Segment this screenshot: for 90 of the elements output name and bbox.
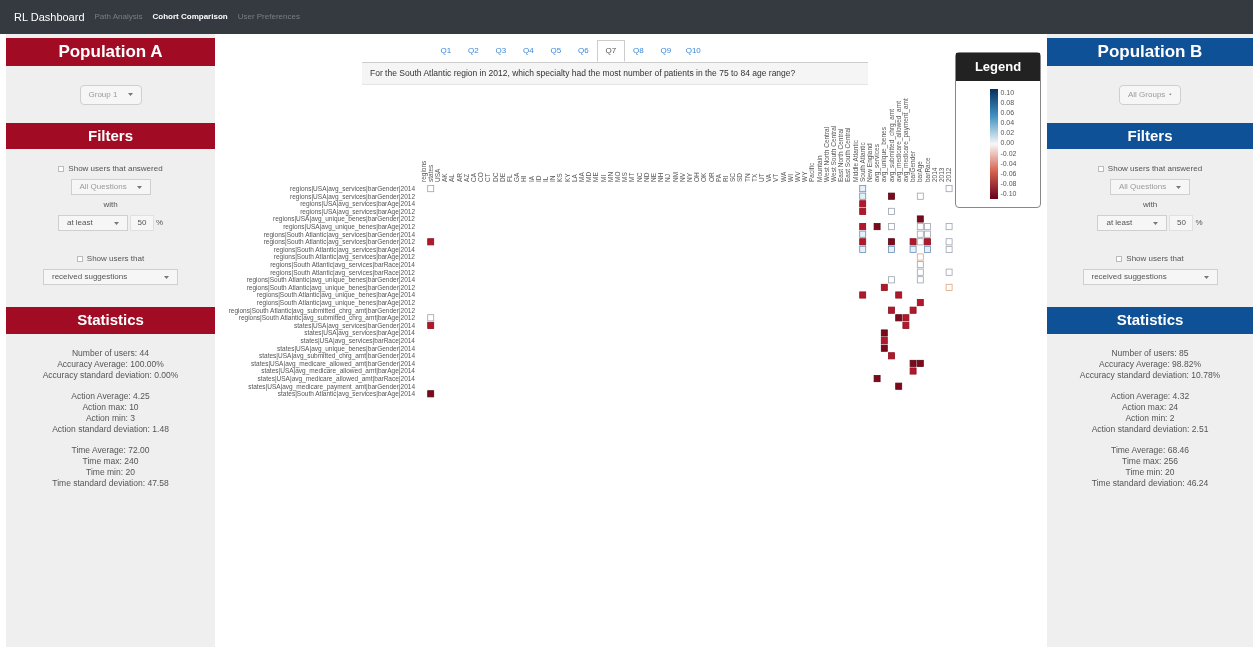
- question-tab[interactable]: Q10: [679, 40, 707, 62]
- action-dropdown[interactable]: received suggestions: [43, 269, 178, 285]
- section-title: Statistics: [1047, 307, 1253, 334]
- statistic-text: Number of users: 44: [72, 347, 149, 359]
- question-tab[interactable]: Q4: [514, 40, 542, 62]
- checkbox[interactable]: [1116, 256, 1123, 262]
- heatmap-cell: [873, 374, 881, 382]
- heatmap-cell: [945, 184, 953, 192]
- statistic-text: Time min: 20: [86, 466, 135, 478]
- caret-icon: [1176, 185, 1181, 189]
- caret-icon: [164, 275, 169, 279]
- percent-sign: %: [1195, 217, 1203, 229]
- heatmap-cell: [945, 283, 953, 291]
- caret-icon: [1203, 275, 1209, 279]
- statistic-text: Action min: 3: [85, 412, 136, 424]
- statistic-text: Action standard deviation: 1.48: [52, 423, 169, 435]
- percent-field[interactable]: 50: [129, 215, 154, 231]
- nav-link[interactable]: Cohort Comparison: [152, 11, 228, 23]
- statistic-text: Action max: 10: [82, 401, 139, 413]
- question-tab[interactable]: Q5: [542, 40, 570, 62]
- panel-title: Population B: [1047, 38, 1253, 66]
- question-tab[interactable]: Q2: [459, 40, 487, 62]
- nav-link[interactable]: User Preferences: [237, 11, 300, 23]
- statistic-text: Accuracy Average: 100.00%: [57, 358, 164, 370]
- statistic-text: Time standard deviation: 47.58: [52, 477, 169, 489]
- heatmap-cell: [427, 238, 435, 246]
- statistic-text: Time Average: 72.00: [71, 444, 150, 456]
- heatmap-cell: [427, 184, 435, 192]
- questions-dropdown[interactable]: All Questions: [1110, 179, 1190, 195]
- brand-title[interactable]: RL Dashboard: [14, 8, 85, 26]
- panel-title: Population A: [6, 38, 215, 66]
- action-dropdown[interactable]: received suggestions: [1082, 269, 1218, 285]
- statistic-text: Time min: 20: [1125, 466, 1175, 478]
- heatmap-cell: [888, 207, 895, 215]
- group-dropdown[interactable]: Group 1: [79, 84, 142, 105]
- statistic-text: Time standard deviation: 46.24: [1091, 477, 1209, 489]
- caret-icon: [1169, 93, 1172, 96]
- statistic-text: Time max: 240: [82, 455, 139, 467]
- question-tab[interactable]: Q9: [652, 40, 680, 62]
- checkbox[interactable]: [76, 256, 83, 262]
- comparison-dropdown[interactable]: at least: [1097, 215, 1168, 231]
- questions-dropdown[interactable]: All Questions: [70, 179, 151, 195]
- heatmap-cell: [945, 268, 953, 276]
- heatmap-cell: [873, 222, 881, 230]
- heatmap-cell: [888, 222, 895, 230]
- with-label: with: [1142, 199, 1158, 211]
- heatmap-cell: [916, 192, 924, 200]
- statistic-text: Time max: 256: [1122, 455, 1178, 467]
- question-tab[interactable]: Q6: [569, 40, 597, 62]
- nav-link[interactable]: Path Analysis: [94, 11, 143, 23]
- checkbox-label: Show users that answered: [68, 163, 163, 175]
- section-title: Filters: [6, 122, 215, 149]
- caret-icon: [113, 221, 119, 225]
- caret-icon: [127, 93, 133, 96]
- question-tab[interactable]: Q7: [597, 40, 625, 62]
- question-tab[interactable]: Q8: [624, 40, 652, 62]
- statistic-text: Action Average: 4.32: [1110, 390, 1190, 402]
- statistic-text: Accuracy standard deviation: 0.00%: [42, 369, 179, 381]
- with-label: with: [103, 199, 118, 211]
- heatmap-cell: [895, 291, 903, 299]
- heatmap-cell: [945, 222, 953, 230]
- checkbox-label: Show users that: [86, 253, 145, 265]
- heatmap-cell: [888, 192, 895, 200]
- section-title: Statistics: [6, 307, 215, 334]
- heatmap-cell: [427, 390, 435, 398]
- statistic-text: Action standard deviation: 2.51: [1091, 423, 1209, 435]
- checkbox-label: Show users that answered: [1107, 163, 1203, 175]
- question-tab[interactable]: Q1: [432, 40, 460, 62]
- comparison-dropdown[interactable]: at least: [57, 215, 128, 231]
- checkbox-label: Show users that: [1126, 253, 1184, 265]
- statistic-text: Action max: 24: [1121, 401, 1179, 413]
- heatmap-cell: [859, 291, 867, 299]
- statistic-text: Action Average: 4.25: [71, 390, 150, 402]
- caret-icon: [136, 185, 142, 189]
- statistic-text: Action min: 2: [1125, 412, 1175, 424]
- statistic-text: Time Average: 68.46: [1111, 444, 1189, 456]
- question-tab[interactable]: Q3: [487, 40, 515, 62]
- checkbox[interactable]: [1097, 166, 1104, 172]
- checkbox[interactable]: [58, 166, 65, 172]
- statistic-text: Number of users: 85: [1111, 347, 1189, 359]
- statistic-text: Accuracy standard deviation: 10.78%: [1079, 369, 1221, 381]
- group-dropdown[interactable]: All Groups: [1119, 84, 1181, 105]
- section-title: Filters: [1047, 122, 1253, 149]
- statistic-text: Accuracy Average: 98.82%: [1099, 358, 1201, 370]
- percent-field[interactable]: 50: [1169, 215, 1194, 231]
- legend-title: Legend: [956, 53, 1040, 81]
- caret-icon: [1153, 221, 1159, 225]
- heatmap-cell: [895, 382, 903, 390]
- percent-sign: %: [155, 217, 164, 229]
- question-text: For the South Atlantic region in 2012, which specialty had the most number of patients in the 75 to 84 age range?: [362, 63, 868, 85]
